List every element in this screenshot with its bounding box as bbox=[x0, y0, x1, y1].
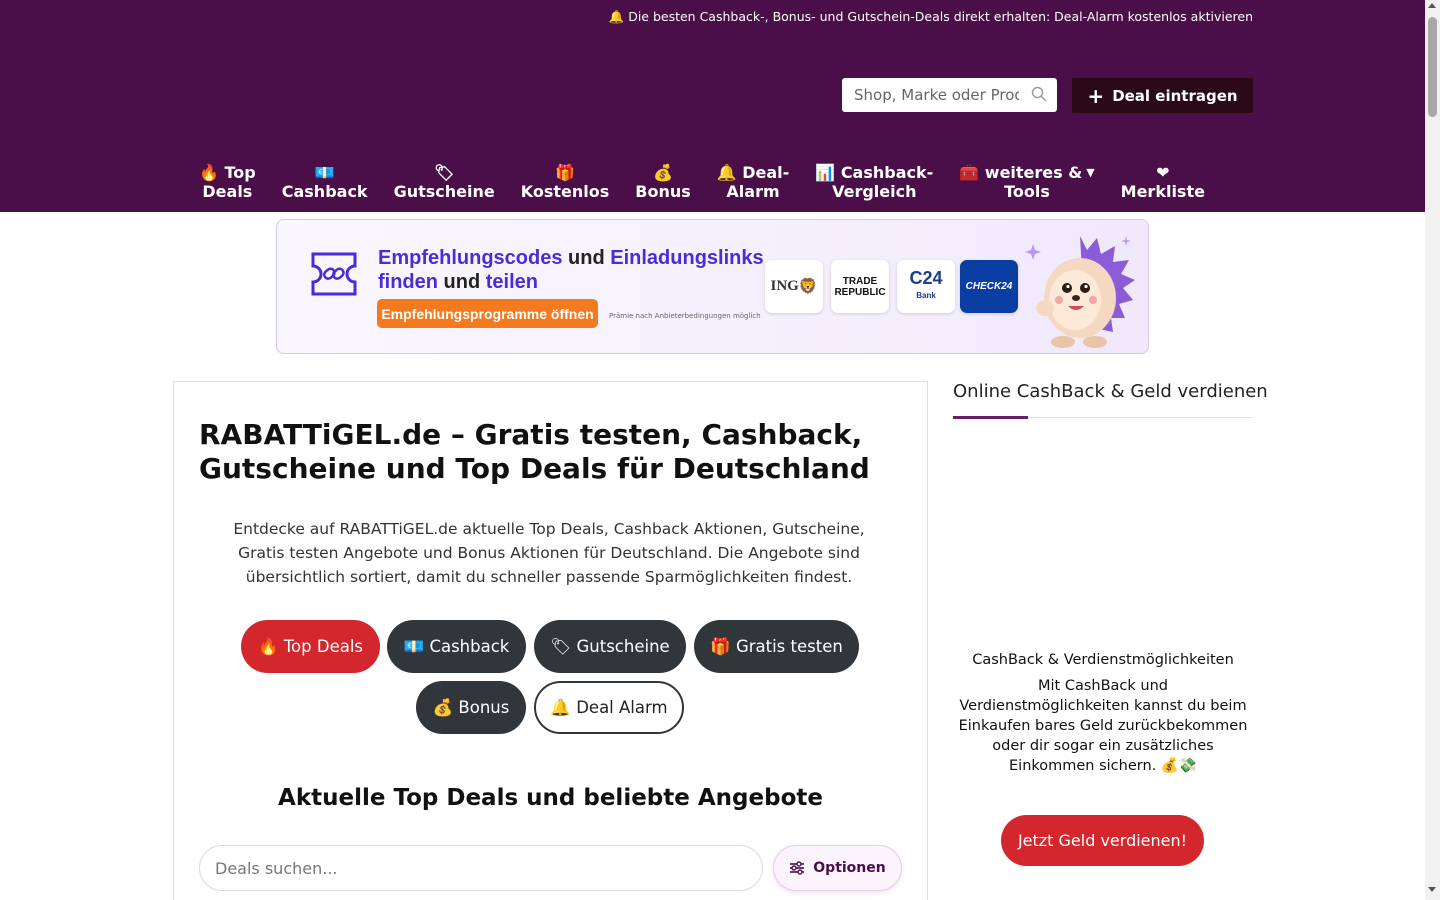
options-button[interactable]: Optionen bbox=[773, 845, 902, 891]
sidebar-divider-accent bbox=[953, 416, 1028, 419]
nav-label: weiteres & bbox=[984, 163, 1083, 182]
nav-item-cashback-vergleich[interactable]: 📊 Cashback- Vergleich bbox=[802, 163, 946, 203]
heart-icon: ❤ bbox=[1156, 163, 1170, 182]
fire-icon: 🔥 bbox=[199, 163, 219, 182]
chevron-down-icon: ▼ bbox=[1086, 166, 1095, 179]
nav-label: Top bbox=[224, 163, 256, 182]
gift-icon: 🎁 bbox=[555, 163, 575, 182]
deal-alarm-topbar-link[interactable]: 🔔 Die besten Cashback-, Bonus- und Gutsc… bbox=[609, 9, 1253, 25]
nav-item-weiteres-tools[interactable]: 🧰 weiteres & ▼ Tools bbox=[946, 163, 1107, 203]
nav-label: Merkliste bbox=[1120, 182, 1205, 201]
site-header: 🔔 Die besten Cashback-, Bonus- und Gutsc… bbox=[0, 0, 1425, 212]
top-deals-button[interactable]: 🔥 Top Deals bbox=[241, 620, 380, 673]
ing-logo: ING 🦁 bbox=[765, 260, 823, 313]
search-icon[interactable] bbox=[1031, 86, 1047, 102]
shop-search-input[interactable] bbox=[854, 86, 1019, 104]
hedgehog-mascot-image bbox=[1025, 236, 1135, 348]
plus-icon: + bbox=[1087, 83, 1105, 108]
deal-alarm-button[interactable]: 🔔 Deal Alarm bbox=[534, 681, 684, 734]
earn-money-button[interactable]: Jetzt Geld verdienen! bbox=[1001, 815, 1204, 866]
scroll-down-arrow-icon[interactable] bbox=[1428, 887, 1436, 892]
banner-note: Prämie nach Anbieterbedingungen möglich bbox=[609, 312, 761, 320]
referral-link-icon bbox=[311, 252, 357, 296]
main-navigation: 🔥 Top Deals 💶 Cashback 🏷 Gutscheine 🎁 Ko… bbox=[186, 163, 1218, 203]
sidebar-text: Mit CashBack und Verdienstmöglichkeiten … bbox=[953, 676, 1253, 776]
sidebar-title: Online CashBack & Geld verdienen bbox=[953, 381, 1268, 402]
scrollbar-thumb[interactable] bbox=[1428, 17, 1437, 117]
nav-item-gutscheine[interactable]: 🏷 Gutscheine bbox=[381, 163, 508, 203]
check24-logo: CHECK24 bbox=[960, 260, 1018, 313]
sliders-icon bbox=[790, 861, 805, 875]
nav-label: Deal- bbox=[742, 163, 790, 182]
tag-icon: 🏷 bbox=[433, 163, 455, 182]
section-title: Aktuelle Top Deals und beliebte Angebote bbox=[278, 785, 823, 811]
page-title: RABATTiGEL.de – Gratis testen, Cashback,… bbox=[199, 418, 870, 485]
sidebar-text-1: Mit CashBack und Verdienstmöglichkeiten … bbox=[958, 678, 1248, 734]
page-scrollbar[interactable] bbox=[1425, 0, 1440, 900]
nav-label: Gutscheine bbox=[393, 182, 495, 201]
toolbox-icon: 🧰 bbox=[959, 163, 980, 182]
nav-item-deal-alarm[interactable]: 🔔 Deal- Alarm bbox=[704, 163, 803, 203]
nav-item-kostenlos[interactable]: 🎁 Kostenlos bbox=[508, 163, 623, 203]
nav-item-bonus[interactable]: 💰 Bonus bbox=[622, 163, 704, 203]
open-referral-programs-button[interactable]: Empfehlungsprogramme öffnen bbox=[377, 299, 598, 328]
nav-label: Cashback bbox=[281, 182, 368, 201]
bell-icon: 🔔 bbox=[716, 163, 737, 182]
referral-banner[interactable]: Empfehlungscodes und Einladungslinks fin… bbox=[276, 219, 1149, 354]
main-content-card: RABATTiGEL.de – Gratis testen, Cashback,… bbox=[173, 381, 928, 900]
nav-item-top-deals[interactable]: 🔥 Top Deals bbox=[186, 163, 269, 203]
money-bag-icon: 💰 bbox=[653, 163, 673, 182]
nav-label: Vergleich bbox=[832, 182, 917, 201]
nav-item-merkliste[interactable]: ❤ Merkliste bbox=[1108, 163, 1218, 203]
gutscheine-button[interactable]: 🏷 Gutscheine bbox=[534, 620, 686, 673]
chart-icon: 📊 bbox=[815, 163, 836, 182]
banner-title: Empfehlungscodes und Einladungslinks fin… bbox=[378, 247, 764, 293]
intro-text: Entdecke auf RABATTiGEL.de aktuelle Top … bbox=[233, 520, 865, 586]
c24-logo: C24 Bank bbox=[897, 260, 955, 313]
options-label: Optionen bbox=[813, 860, 886, 876]
sidebar-heading: CashBack & Verdienstmöglichkeiten bbox=[972, 652, 1234, 668]
gratis-testen-button[interactable]: 🎁 Gratis testen bbox=[694, 620, 859, 673]
nav-label: Kostenlos bbox=[520, 182, 610, 201]
nav-label: Bonus bbox=[635, 182, 691, 201]
add-deal-button[interactable]: + Deal eintragen bbox=[1072, 78, 1253, 113]
nav-label: Cashback- bbox=[840, 163, 934, 182]
cashback-button[interactable]: 💶 Cashback bbox=[387, 620, 526, 673]
bonus-button[interactable]: 💰 Bonus bbox=[416, 681, 526, 734]
trade-republic-logo: TRADE REPUBLIC bbox=[831, 260, 889, 313]
nav-label: Alarm bbox=[726, 182, 780, 201]
nav-label: Deals bbox=[202, 182, 253, 201]
sidebar-text-2: oder dir sogar ein zusätzliches Einkomme… bbox=[992, 738, 1214, 774]
nav-item-cashback[interactable]: 💶 Cashback bbox=[269, 163, 381, 203]
scroll-up-arrow-icon[interactable] bbox=[1428, 3, 1436, 8]
money-icon: 💶 bbox=[314, 163, 335, 182]
shop-search-box[interactable] bbox=[842, 78, 1057, 112]
add-deal-label: Deal eintragen bbox=[1112, 86, 1238, 105]
nav-label: Tools bbox=[1004, 182, 1050, 201]
deal-search-input[interactable] bbox=[199, 845, 763, 891]
